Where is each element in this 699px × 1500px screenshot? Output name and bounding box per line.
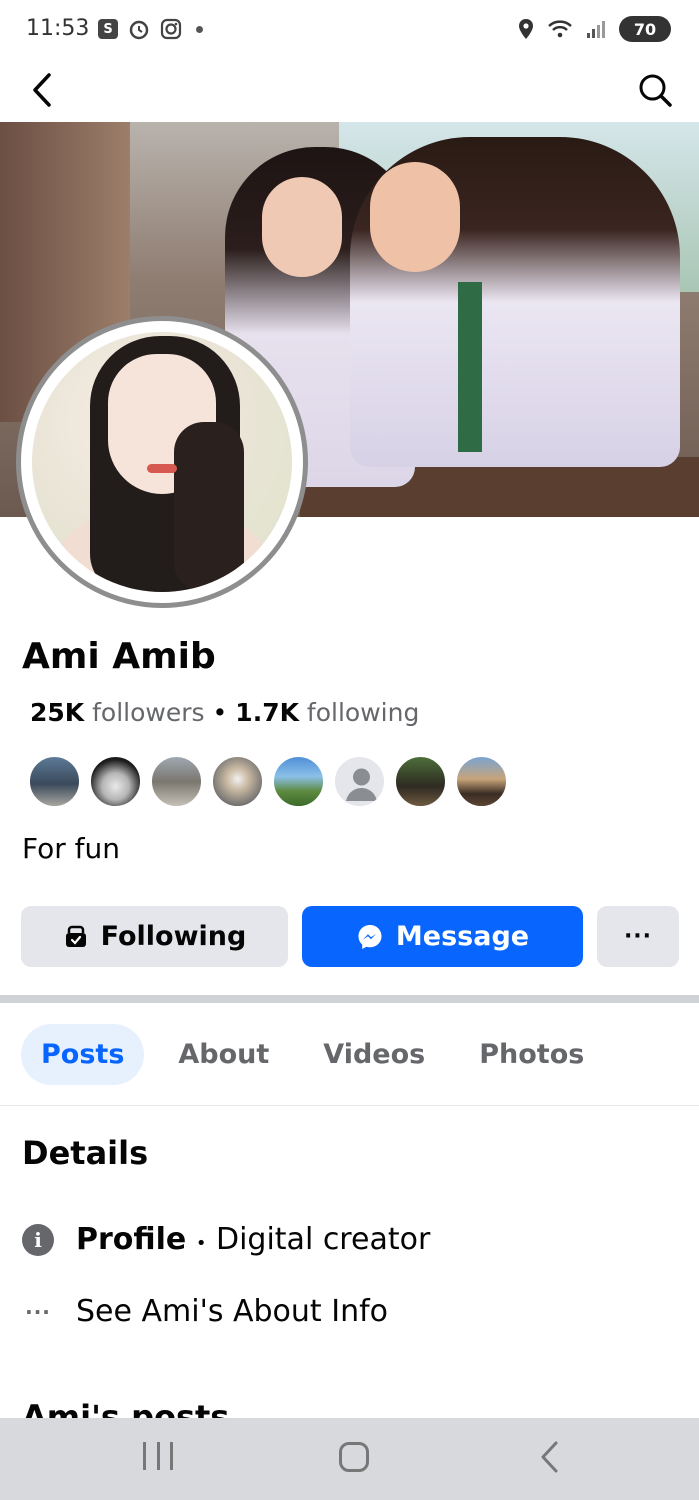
wifi-icon	[548, 20, 572, 38]
profile-category-text: Profile • Digital creator	[76, 1222, 430, 1257]
section-divider	[0, 995, 699, 1003]
tab-about[interactable]: About	[158, 1024, 289, 1085]
search-icon	[639, 74, 672, 107]
following-count: 1.7K	[235, 698, 299, 727]
profile-picture-image	[32, 332, 292, 592]
system-back-icon	[541, 1441, 558, 1473]
location-icon	[519, 19, 533, 39]
avatar-lips	[147, 464, 177, 473]
profile-bio: For fun	[22, 832, 120, 865]
recent-apps-button[interactable]	[143, 1442, 173, 1472]
cover-face-left	[262, 177, 342, 277]
tab-videos[interactable]: Videos	[303, 1024, 445, 1085]
follower-avatar[interactable]	[28, 755, 81, 808]
avatar-hair-strand	[174, 422, 244, 592]
default-avatar-icon	[346, 768, 377, 801]
follow-stats: 25K followers • 1.7K following	[30, 698, 419, 727]
followers-link[interactable]: 25K followers	[30, 698, 205, 727]
following-button[interactable]: Following	[21, 906, 288, 967]
profile-name: Ami Amib	[22, 636, 216, 677]
alarm-icon	[129, 20, 149, 40]
see-about-info-row[interactable]: ··· See Ami's About Info	[22, 1294, 388, 1329]
messenger-icon	[358, 924, 382, 949]
followers-count: 25K	[30, 698, 85, 727]
details-heading: Details	[22, 1134, 149, 1172]
search-button[interactable]	[633, 68, 677, 112]
more-info-icon: ···	[25, 1299, 51, 1324]
cover-face-right	[370, 162, 460, 272]
follower-avatar[interactable]	[211, 755, 264, 808]
profile-category-separator: •	[195, 1233, 207, 1254]
follower-avatar-default[interactable]	[333, 755, 386, 808]
back-arrow-icon	[33, 73, 51, 107]
tab-posts[interactable]: Posts	[21, 1024, 145, 1085]
cover-green-tie	[458, 282, 482, 452]
home-button[interactable]	[339, 1442, 369, 1472]
message-button-label: Message	[395, 921, 530, 952]
tabs-divider	[0, 1105, 699, 1106]
profile-category-row: i Profile • Digital creator	[22, 1222, 430, 1257]
follower-avatars[interactable]	[28, 755, 508, 808]
battery-indicator: 70	[619, 16, 671, 42]
info-icon: i	[22, 1223, 54, 1256]
more-options-button[interactable]: ···	[597, 906, 679, 967]
follower-avatar[interactable]	[150, 755, 203, 808]
status-time: 11:53	[26, 16, 90, 41]
tab-photos[interactable]: Photos	[459, 1024, 604, 1085]
profile-category-label: Profile	[76, 1222, 187, 1257]
profile-category-value: Digital creator	[215, 1222, 431, 1257]
status-bar: 11:53 S 70	[0, 0, 699, 62]
status-system-icons: 70	[517, 16, 671, 42]
system-navigation-bar	[0, 1418, 699, 1500]
message-button[interactable]: Message	[302, 906, 583, 967]
profile-tabs: Posts About Videos Photos	[21, 1024, 604, 1085]
top-navigation	[0, 62, 699, 122]
signal-icon	[587, 21, 605, 38]
instagram-icon	[160, 18, 182, 40]
stats-separator: •	[212, 698, 228, 727]
follower-avatar[interactable]	[394, 755, 447, 808]
follower-avatar[interactable]	[89, 755, 142, 808]
follower-avatar[interactable]	[272, 755, 325, 808]
status-notification-icons: S	[98, 18, 203, 40]
following-link[interactable]: 1.7K following	[235, 698, 419, 727]
following-label: following	[306, 698, 420, 727]
following-button-label: Following	[100, 921, 247, 952]
more-notifications-dot	[196, 25, 203, 33]
ellipsis-icon: ···	[623, 924, 653, 949]
followers-label: followers	[92, 698, 205, 727]
posts-section-heading: Ami's posts	[22, 1398, 230, 1418]
following-icon	[65, 925, 86, 947]
see-about-info-link[interactable]: See Ami's About Info	[76, 1294, 388, 1329]
profile-picture[interactable]	[16, 316, 308, 608]
follower-avatar[interactable]	[455, 755, 508, 808]
app-notification-icon: S	[98, 19, 118, 39]
back-button[interactable]	[22, 68, 62, 112]
system-back-button[interactable]	[536, 1440, 566, 1474]
